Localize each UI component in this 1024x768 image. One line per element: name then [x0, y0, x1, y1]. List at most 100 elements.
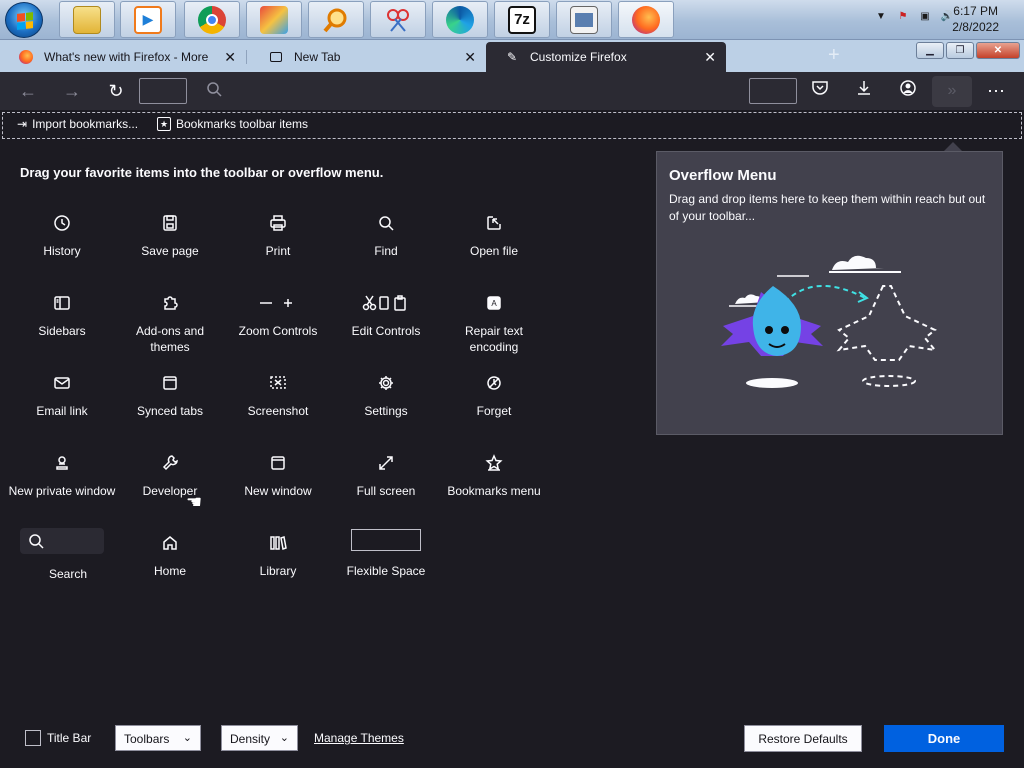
file-explorer-icon: [73, 5, 101, 34]
tab-whats-new[interactable]: What's new with Firefox - More p ✕: [0, 42, 246, 72]
taskbar-app-edge[interactable]: [432, 1, 488, 38]
close-tab-icon[interactable]: ✕: [464, 49, 476, 66]
palette-item-sidebars[interactable]: Sidebars: [8, 292, 116, 339]
tray-expand-icon[interactable]: ▼: [874, 10, 888, 24]
media-player-icon: ▶: [134, 5, 162, 34]
network-icon[interactable]: ▣: [918, 10, 932, 24]
sidebars-icon: [54, 296, 70, 310]
taskbar-app-paint[interactable]: [246, 1, 302, 38]
new-tab-page-icon: [268, 49, 284, 65]
palette-item-settings[interactable]: Settings: [332, 372, 440, 419]
close-tab-icon[interactable]: ✕: [704, 49, 716, 66]
bookmarks-toolbar-items[interactable]: ★ Bookmarks toolbar items: [157, 117, 308, 131]
action-center-icon[interactable]: ⚑: [896, 10, 910, 24]
palette-item-search[interactable]: Search: [14, 528, 122, 582]
toolbar-placeholder-left[interactable]: [139, 78, 187, 104]
magnifier-icon: [322, 6, 350, 34]
toolbar-placeholder-right[interactable]: [749, 78, 797, 104]
taskbar-app-media-player[interactable]: ▶: [120, 1, 176, 38]
palette-item-zoom-controls[interactable]: Zoom Controls: [224, 292, 332, 339]
palette-item-synced-tabs[interactable]: Synced tabs: [116, 372, 224, 419]
back-arrow-icon[interactable]: ←: [16, 79, 40, 103]
restore-button[interactable]: ❐: [946, 42, 974, 59]
overflow-illustration-icon: [721, 255, 938, 388]
start-button[interactable]: [5, 2, 43, 38]
private-browsing-icon: [56, 456, 68, 470]
palette-item-label: Find: [374, 244, 398, 258]
palette-item-addons-themes[interactable]: Add-ons and themes: [116, 292, 224, 355]
print-icon: [270, 215, 286, 231]
tab-customize-firefox[interactable]: ✎ Customize Firefox ✕: [486, 42, 726, 72]
addons-puzzle-icon: [164, 296, 178, 310]
taskbar-app-file-explorer[interactable]: [59, 1, 115, 38]
taskbar-app-chrome[interactable]: [184, 1, 240, 38]
palette-item-screenshot[interactable]: Screenshot: [224, 372, 332, 419]
taskbar-app-7zip[interactable]: 7z: [494, 1, 550, 38]
import-bookmarks-button[interactable]: ⇥ Import bookmarks...: [17, 117, 138, 131]
hand-cursor-icon: ☚: [186, 492, 203, 512]
title-bar-checkbox[interactable]: [25, 730, 41, 746]
downloads-icon[interactable]: [852, 79, 876, 103]
palette-item-history[interactable]: History: [8, 212, 116, 259]
forward-arrow-icon[interactable]: →: [60, 79, 84, 103]
search-icon: [29, 534, 44, 549]
full-screen-icon: [379, 456, 393, 470]
new-tab-plus-icon[interactable]: +: [828, 44, 840, 67]
close-tab-icon[interactable]: ✕: [224, 49, 236, 66]
palette-item-new-window[interactable]: New window: [224, 452, 332, 499]
overflow-panel-arrow: [944, 142, 962, 151]
minimize-button[interactable]: ▁: [916, 42, 944, 59]
palette-item-label: Bookmarks menu: [447, 484, 541, 498]
reload-icon[interactable]: ↻: [104, 79, 128, 103]
palette-item-library[interactable]: Library: [224, 532, 332, 579]
toolbars-dropdown[interactable]: Toolbars ⌄: [115, 725, 201, 751]
manage-themes-link[interactable]: Manage Themes: [314, 731, 404, 745]
palette-item-new-private-window[interactable]: New private window: [8, 452, 116, 499]
palette-item-repair-text-encoding[interactable]: A Repair text encoding: [440, 292, 548, 355]
palette-item-save-page[interactable]: Save page: [116, 212, 224, 259]
done-button[interactable]: Done: [884, 725, 1004, 752]
taskbar-app-document[interactable]: [556, 1, 612, 38]
palette-item-label: Synced tabs: [136, 404, 204, 418]
palette-item-label: Zoom Controls: [238, 324, 318, 338]
home-icon: [163, 536, 177, 550]
palette-item-bookmarks-menu[interactable]: Bookmarks menu: [440, 452, 548, 499]
palette-item-forget[interactable]: Forget: [440, 372, 548, 419]
palette-item-edit-controls[interactable]: Edit Controls: [332, 292, 440, 339]
search-widget: [20, 528, 104, 554]
taskbar-app-firefox[interactable]: [618, 1, 674, 38]
tab-label: What's new with Firefox - More p: [44, 50, 210, 64]
open-file-icon: [487, 216, 501, 230]
palette-item-full-screen[interactable]: Full screen: [332, 452, 440, 499]
import-icon: ⇥: [17, 117, 28, 131]
taskbar-clock[interactable]: 6:17 PM 2/8/2022: [952, 3, 999, 35]
palette-item-flexible-space[interactable]: Flexible Space: [332, 529, 440, 579]
overflow-chevron-icon[interactable]: »: [932, 76, 972, 107]
density-dropdown[interactable]: Density ⌄: [221, 725, 298, 751]
palette-item-label: Home: [153, 564, 186, 578]
palette-item-home[interactable]: Home: [116, 532, 224, 579]
palette-item-developer[interactable]: Developer: [116, 452, 224, 499]
palette-item-find[interactable]: Find: [332, 212, 440, 259]
restore-defaults-button[interactable]: Restore Defaults: [744, 725, 862, 752]
overflow-menu-panel[interactable]: Overflow Menu Drag and drop items here t…: [656, 151, 1003, 435]
palette-item-open-file[interactable]: Open file: [440, 212, 548, 259]
close-window-button[interactable]: ✕: [976, 42, 1020, 59]
chevron-down-icon: ⌄: [182, 732, 192, 744]
window-controls: ▁ ❐ ✕: [916, 42, 1020, 59]
snipping-tool-icon: [384, 6, 412, 34]
zoom-controls-icon: [260, 299, 292, 307]
bookmark-star-icon: ★: [157, 117, 171, 131]
account-icon[interactable]: [896, 79, 920, 103]
svg-text:A: A: [491, 299, 497, 308]
taskbar-app-snipping-tool[interactable]: [370, 1, 426, 38]
title-bar-label: Title Bar: [47, 731, 92, 745]
palette-item-email-link[interactable]: Email link: [8, 372, 116, 419]
pocket-icon[interactable]: [808, 79, 832, 103]
tab-label: New Tab: [294, 50, 341, 64]
palette-item-print[interactable]: Print: [224, 212, 332, 259]
taskbar-app-magnifier[interactable]: [308, 1, 364, 38]
tab-new-tab[interactable]: New Tab ✕: [250, 42, 486, 72]
app-menu-icon[interactable]: ⋯: [984, 79, 1008, 103]
clock-date: 2/8/2022: [952, 20, 999, 34]
